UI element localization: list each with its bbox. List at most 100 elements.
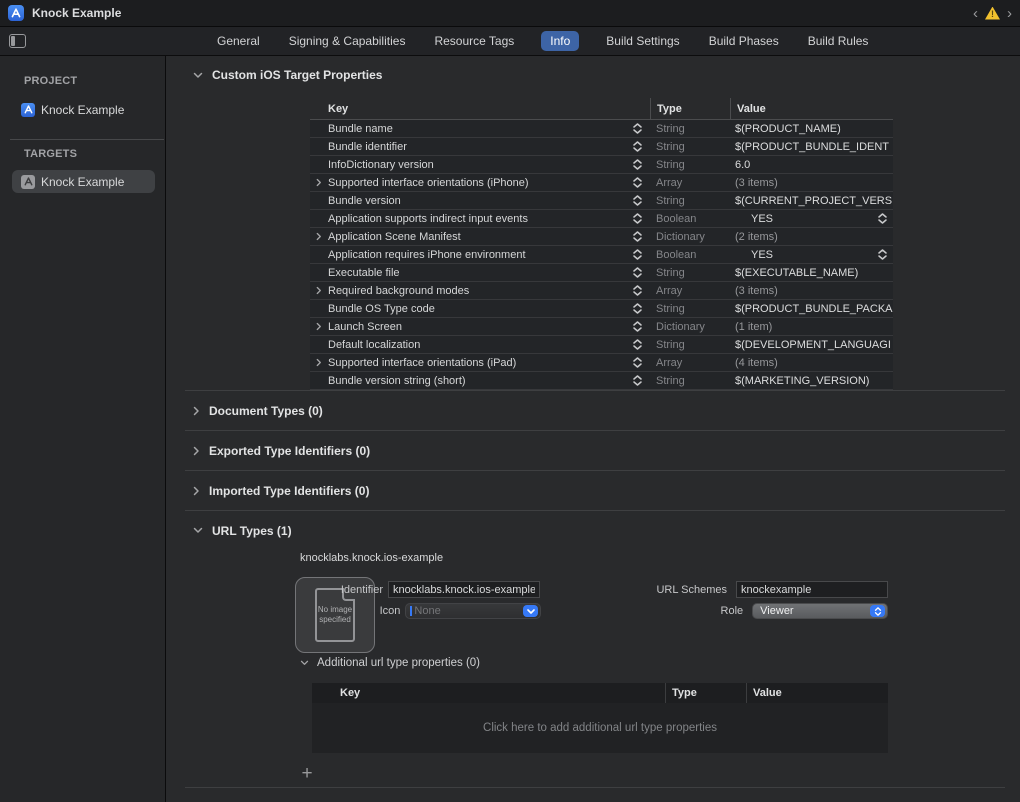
property-value[interactable]: $(PRODUCT_NAME) (730, 120, 893, 137)
property-key[interactable]: Bundle identifier (328, 138, 624, 155)
disclosure-chevron-icon[interactable] (316, 178, 322, 187)
key-stepper[interactable] (624, 138, 650, 155)
property-value[interactable]: YES (730, 246, 893, 263)
property-row[interactable]: Application Scene Manifest Dictionary (2… (310, 228, 893, 246)
property-value[interactable]: (3 items) (730, 174, 893, 191)
url-schemes-input[interactable] (736, 581, 888, 598)
property-row[interactable]: Launch Screen Dictionary (1 item) (310, 318, 893, 336)
key-stepper[interactable] (624, 354, 650, 371)
forward-chevron-icon[interactable]: › (1007, 6, 1012, 21)
property-value[interactable]: $(PRODUCT_BUNDLE_IDENT (730, 138, 893, 155)
warning-icon[interactable]: ! (985, 7, 1000, 20)
property-value[interactable]: YES (730, 210, 893, 227)
key-stepper[interactable] (624, 336, 650, 353)
role-popup-button[interactable]: Viewer (752, 603, 888, 619)
key-stepper[interactable] (624, 156, 650, 173)
chevron-down-icon[interactable] (193, 72, 203, 79)
property-type[interactable]: String (650, 336, 730, 353)
key-stepper[interactable] (624, 120, 650, 137)
property-key[interactable]: Required background modes (328, 282, 624, 299)
key-stepper[interactable] (624, 246, 650, 263)
property-value[interactable]: (1 item) (730, 318, 893, 335)
property-type[interactable]: Array (650, 354, 730, 371)
property-type[interactable]: Boolean (650, 210, 730, 227)
property-key[interactable]: Application Scene Manifest (328, 228, 624, 245)
property-type[interactable]: String (650, 264, 730, 281)
column-header-type[interactable]: Type (650, 98, 730, 119)
column-header-value[interactable]: Value (730, 98, 893, 119)
property-row[interactable]: Required background modes Array (3 items… (310, 282, 893, 300)
property-type[interactable]: String (650, 192, 730, 209)
value-stepper-icon[interactable] (878, 249, 887, 260)
tab-info[interactable]: Info (541, 31, 579, 51)
tab-build-rules[interactable]: Build Rules (806, 31, 871, 51)
property-value[interactable]: 6.0 (730, 156, 893, 173)
column-header-type[interactable]: Type (665, 683, 746, 703)
key-stepper[interactable] (624, 318, 650, 335)
icon-combobox[interactable]: None (405, 603, 541, 619)
disclosure-chevron-icon[interactable] (316, 286, 322, 295)
tab-resource-tags[interactable]: Resource Tags (432, 31, 516, 51)
custom-properties-section-header[interactable]: Custom iOS Target Properties (193, 68, 382, 82)
property-key[interactable]: Launch Screen (328, 318, 624, 335)
chevron-right-icon[interactable] (193, 406, 200, 416)
property-row[interactable]: Supported interface orientations (iPad) … (310, 354, 893, 372)
key-stepper[interactable] (624, 228, 650, 245)
property-type[interactable]: Dictionary (650, 228, 730, 245)
identifier-input[interactable] (388, 581, 540, 598)
property-key[interactable]: Bundle OS Type code (328, 300, 624, 317)
property-row[interactable]: InfoDictionary version String 6.0 (310, 156, 893, 174)
property-row[interactable]: Executable file String $(EXECUTABLE_NAME… (310, 264, 893, 282)
property-row[interactable]: Bundle OS Type code String $(PRODUCT_BUN… (310, 300, 893, 318)
property-row[interactable]: Bundle identifier String $(PRODUCT_BUNDL… (310, 138, 893, 156)
key-stepper[interactable] (624, 282, 650, 299)
property-key[interactable]: Application supports indirect input even… (328, 210, 624, 227)
key-stepper[interactable] (624, 174, 650, 191)
property-value[interactable]: $(CURRENT_PROJECT_VERS (730, 192, 893, 209)
value-stepper-icon[interactable] (878, 213, 887, 224)
additional-table-empty-area[interactable]: Click here to add additional url type pr… (312, 703, 888, 753)
chevron-right-icon[interactable] (193, 446, 200, 456)
property-value[interactable]: (3 items) (730, 282, 893, 299)
sidebar-item-project-knock-example[interactable]: Knock Example (12, 98, 155, 121)
column-header-key[interactable]: Key (340, 683, 665, 703)
property-row[interactable]: Supported interface orientations (iPhone… (310, 174, 893, 192)
disclosure-chevron-icon[interactable] (316, 322, 322, 331)
tab-build-phases[interactable]: Build Phases (707, 31, 781, 51)
add-url-type-button[interactable]: + (297, 763, 317, 783)
property-key[interactable]: InfoDictionary version (328, 156, 624, 173)
property-value[interactable]: $(DEVELOPMENT_LANGUAGI (730, 336, 893, 353)
property-value[interactable]: $(MARKETING_VERSION) (730, 372, 893, 389)
tab-general[interactable]: General (215, 31, 262, 51)
key-stepper[interactable] (624, 264, 650, 281)
property-type[interactable]: String (650, 156, 730, 173)
property-key[interactable]: Bundle name (328, 120, 624, 137)
section-exported-type-identifiers[interactable]: Exported Type Identifiers (0) (166, 431, 1020, 470)
property-key[interactable]: Default localization (328, 336, 624, 353)
property-row[interactable]: Default localization String $(DEVELOPMEN… (310, 336, 893, 354)
property-key[interactable]: Executable file (328, 264, 624, 281)
property-row[interactable]: Bundle name String $(PRODUCT_NAME) (310, 120, 893, 138)
column-header-value[interactable]: Value (746, 683, 888, 703)
property-type[interactable]: String (650, 372, 730, 389)
property-value[interactable]: (4 items) (730, 354, 893, 371)
property-row[interactable]: Application requires iPhone environment … (310, 246, 893, 264)
combobox-dropdown-button[interactable] (523, 605, 538, 617)
key-stepper[interactable] (624, 300, 650, 317)
property-value[interactable]: $(EXECUTABLE_NAME) (730, 264, 893, 281)
property-value[interactable]: $(PRODUCT_BUNDLE_PACKA (730, 300, 893, 317)
back-chevron-icon[interactable]: ‹ (973, 6, 978, 21)
section-document-types[interactable]: Document Types (0) (166, 391, 1020, 430)
property-type[interactable]: String (650, 300, 730, 317)
property-type[interactable]: String (650, 120, 730, 137)
property-row[interactable]: Bundle version string (short) String $(M… (310, 372, 893, 390)
key-stepper[interactable] (624, 192, 650, 209)
tab-build-settings[interactable]: Build Settings (604, 31, 681, 51)
section-imported-type-identifiers[interactable]: Imported Type Identifiers (0) (166, 471, 1020, 510)
key-stepper[interactable] (624, 210, 650, 227)
property-type[interactable]: Dictionary (650, 318, 730, 335)
popup-stepper-button[interactable] (870, 605, 885, 617)
chevron-right-icon[interactable] (193, 486, 200, 496)
property-key[interactable]: Bundle version string (short) (328, 372, 624, 389)
property-type[interactable]: Array (650, 282, 730, 299)
